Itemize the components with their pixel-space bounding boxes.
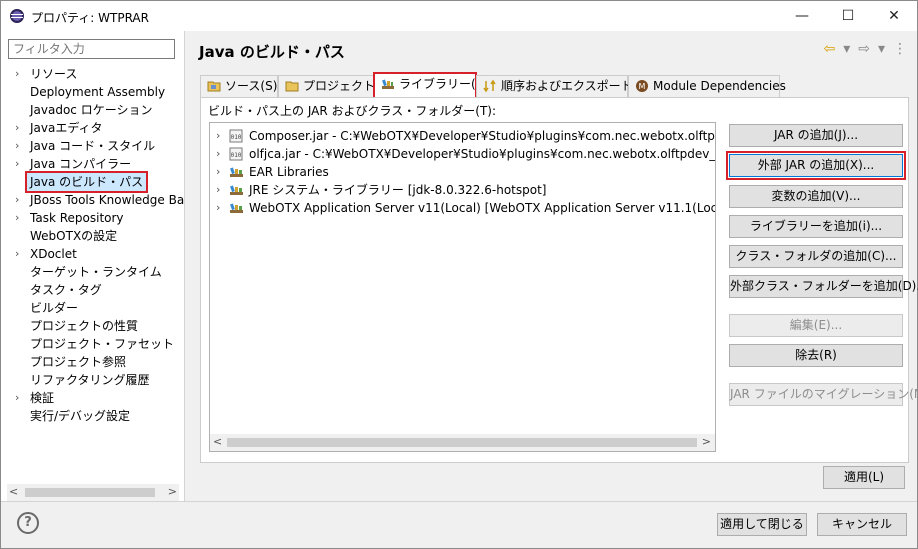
sidebar-item-label: XDoclet [30,247,77,261]
library-icon [229,183,244,197]
main-panel: Java のビルド・パス ⇦ ▾ ⇨ ▾ ⋮ ソース(S) プロジェクト(P) … [186,31,918,501]
migrate-jar-button[interactable]: JAR ファイルのマイグレーション(M)... [729,383,918,406]
sidebar-item-label: プロジェクト・ファセット [30,337,175,351]
sidebar-item-label: Java コンパイラー [30,157,132,171]
expand-arrow-icon[interactable]: › [216,145,226,163]
library-icon [229,165,244,179]
expand-arrow-icon[interactable]: › [216,163,226,181]
list-horizontal-scrollbar[interactable]: < > [210,434,715,451]
maximize-button[interactable]: ☐ [825,1,871,31]
scroll-right-icon[interactable]: > [702,435,711,448]
apply-button[interactable]: 適用(L) [823,466,905,489]
sidebar-item-label: ビルダー [30,301,79,315]
sidebar-item-label: タスク・タグ [30,283,102,297]
sidebar-item-label: リソース [30,67,78,81]
property-tree: › リソース Deployment Assembly Javadoc ロケーション › J… [1,65,184,475]
expand-arrow-icon[interactable]: › [15,245,25,263]
tab-projects[interactable]: プロジェクト(P) [278,75,392,97]
scroll-left-icon[interactable]: < [213,435,222,448]
build-path-list[interactable]: › WebOTX Application Server v11(Local) [W… [209,122,716,452]
dialog-footer: ? 適用して閉じる キャンセル [1,501,917,548]
add-class-folder-button[interactable]: クラス・フォルダの追加(C)... [729,245,903,268]
sidebar-item-label: JBoss Tools Knowledge Base [30,193,184,207]
minimize-button[interactable]: — [779,1,825,31]
page-title: Java のビルド・パス [199,43,345,61]
sidebar-item-label: プロジェクトの性質 [30,319,139,333]
expand-arrow-icon[interactable]: › [15,119,25,137]
scrollbar-thumb[interactable] [25,488,155,497]
sidebar-item-label: Task Repository [30,211,124,225]
help-icon[interactable]: ? [17,512,39,534]
scroll-left-icon[interactable]: < [9,485,18,498]
entry-label: EAR Libraries [249,165,329,179]
expand-arrow-icon[interactable]: › [15,389,25,407]
forward-arrow-icon[interactable]: ⇨ [858,41,870,57]
svg-text:M: M [639,82,646,91]
properties-dialog: プロパティ: WTPRAR — ☐ ✕ › リソース Deployment Asse… [0,0,918,549]
add-external-class-folder-button[interactable]: 外部クラス・フォルダーを追加(D)... [729,275,918,298]
libraries-tab-content: ビルド・パス上の JAR およびクラス・フォルダー(T): › WebOTX Ap… [200,97,918,463]
jar-icon: 010 [229,147,244,161]
source-folder-icon [207,81,221,92]
sidebar-horizontal-scrollbar[interactable]: < > [7,484,179,501]
add-external-jar-button[interactable]: 外部 JAR の追加(X)... [726,151,906,180]
sidebar-item-label: 検証 [30,391,55,405]
expand-arrow-icon[interactable]: › [15,155,25,173]
expand-arrow-icon[interactable]: › [15,65,25,83]
scrollbar-thumb[interactable] [227,438,697,447]
eclipse-icon [10,9,24,23]
list-label: ビルド・パス上の JAR およびクラス・フォルダー(T): [208,104,497,118]
expand-arrow-icon[interactable]: › [216,127,226,145]
back-arrow-icon[interactable]: ⇦ [823,41,835,57]
sidebar-item-label: Javadoc ロケーション [30,103,153,117]
svg-text:010: 010 [231,134,242,141]
sidebar-item-label: ターゲット・ランタイム [30,265,162,279]
entry-label: Composer.jar - C:¥WebOTX¥Developer¥Studi… [249,129,715,143]
filter-input[interactable] [8,39,175,59]
add-jar-button[interactable]: JAR の追加(J)... [729,124,903,147]
expand-arrow-icon[interactable]: › [15,191,25,209]
add-library-button[interactable]: ライブラリーを追加(i)... [729,215,903,238]
sidebar-item-label: Java のビルド・パス [24,171,149,193]
sidebar-item-label: 実行/デバッグ設定 [30,409,131,423]
history-navigation: ⇦ ▾ ⇨ ▾ ⋮ [823,41,907,57]
sidebar-item-label: プロジェクト参照 [30,355,127,369]
more-options-icon[interactable]: ⋮ [893,41,907,57]
project-folder-icon [285,81,299,92]
scroll-right-icon[interactable]: > [168,485,177,498]
expand-arrow-icon[interactable]: › [15,209,25,227]
order-icon [483,79,496,93]
back-menu-icon[interactable]: ▾ [843,41,850,57]
library-icon [382,79,394,89]
sidebar-item-label: Javaエディタ [30,121,103,135]
sidebar-item-label: WebOTXの設定 [30,229,118,243]
entry-label: WebOTX Application Server v11(Local) [We… [249,201,715,215]
library-icon [229,201,244,215]
expand-arrow-icon[interactable]: › [216,181,226,199]
sidebar-item-label: リファクタリング履歴 [30,373,150,387]
expand-arrow-icon[interactable]: › [216,199,226,217]
add-variable-button[interactable]: 変数の追加(V)... [729,185,903,208]
remove-button[interactable]: 除去(R) [729,344,903,367]
cancel-button[interactable]: キャンセル [817,513,907,536]
forward-menu-icon[interactable]: ▾ [878,41,885,57]
sidebar-item-label: Java コード・スタイル [30,139,156,153]
edit-button[interactable]: 編集(E)... [729,314,903,337]
tab-order-export[interactable]: 順序およびエクスポート(O) [476,75,651,97]
entry-label: JRE システム・ライブラリー [jdk-8.0.322.6-hotspot] [249,183,547,197]
window-title: プロパティ: WTPRAR [31,11,149,25]
jar-icon: 010 [229,129,244,143]
tab-source[interactable]: ソース(S) [200,75,278,97]
sidebar-item-label: Deployment Assembly [30,85,166,99]
module-icon: M [636,80,648,92]
expand-arrow-icon[interactable]: › [15,137,25,155]
title-bar: プロパティ: WTPRAR — ☐ ✕ [1,1,917,31]
tab-module-dependencies[interactable]: M Module Dependencies [628,75,786,97]
apply-and-close-button[interactable]: 適用して閉じる [717,513,807,536]
entry-label: olfjca.jar - C:¥WebOTX¥Developer¥Studio¥… [249,147,716,161]
svg-text:010: 010 [231,152,242,159]
close-button[interactable]: ✕ [871,1,917,31]
tab-libraries[interactable]: ライブラリー(L) [373,72,487,99]
sidebar: ›リソースDeployment AssemblyJavadoc ロケーション›J… [1,31,185,501]
